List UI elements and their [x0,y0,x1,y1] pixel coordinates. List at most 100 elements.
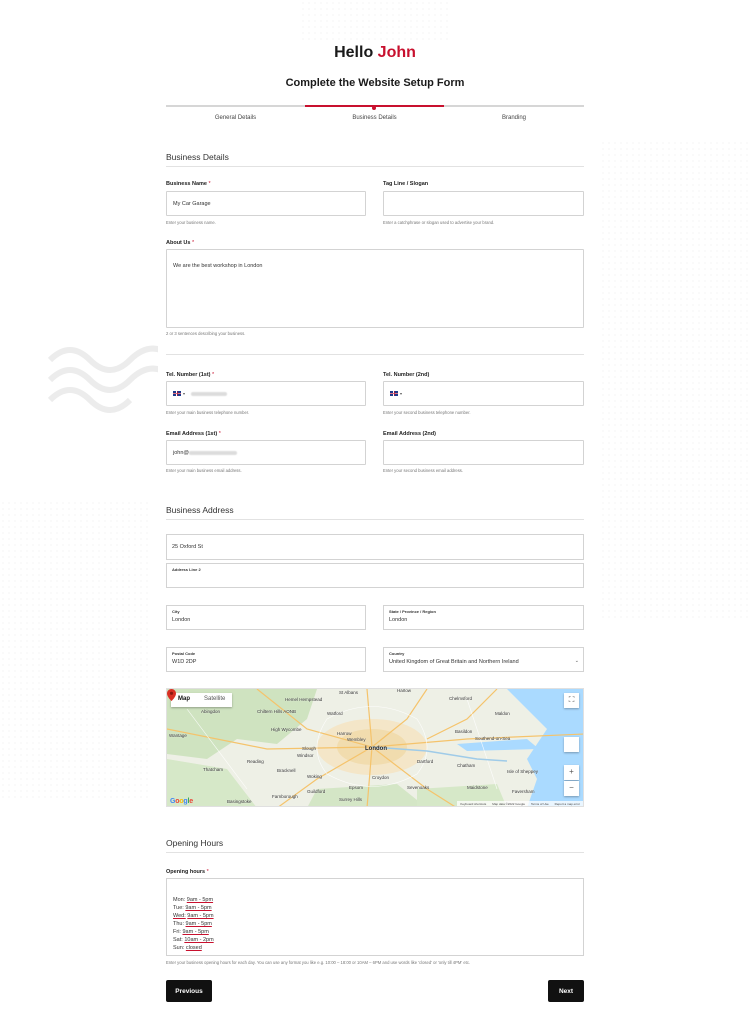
uk-flag-icon[interactable] [173,391,181,396]
hours-line: Sat: 10am - 2pm [173,936,577,944]
about-us-label: About Us * [166,240,194,246]
form-title: Complete the Website Setup Form [285,77,465,89]
opening-hours-textarea[interactable]: Mon: 9am - 5pm Tue: 9am - 5pm Wed: 9am -… [166,878,584,956]
hours-line: Sun: closed [173,944,577,952]
hours-line: Tue: 9am - 5pm [173,904,577,912]
report-error-link[interactable]: Report a map error [555,802,580,806]
tel2-label: Tel. Number (2nd) [383,372,430,378]
address-line1-input[interactable]: 25 Oxford St [166,534,584,560]
google-logo[interactable]: Google [170,798,193,805]
chevron-down-icon[interactable]: ▾ [183,391,185,396]
step-label: General Details [214,115,257,121]
tagline-input[interactable] [383,191,584,216]
chevron-down-icon: ⌄ [574,658,579,664]
textarea-value: We are the best workshop in London [173,263,263,269]
map-label: Southend-on-Sea [475,736,511,741]
background-dots [600,140,750,620]
field-label: City [172,609,180,614]
map-tab-satellite[interactable]: Satellite [197,693,232,707]
select-value: United Kingdom of Great Britain and Nort… [389,659,519,665]
state-input[interactable]: State / Province / Region London [383,605,584,630]
map-label: Hemel Hempstead [285,697,323,702]
hours-line: Wed: 9am - 5pm [173,912,577,920]
day-label: Wed: [173,913,186,919]
label-text: Opening hours [166,869,206,875]
step-business-details[interactable]: Business Details [305,105,444,127]
user-name: John [377,44,416,61]
step-bar [444,105,584,107]
postal-code-input[interactable]: Postal Code W1D 2DP [166,647,366,672]
day-label: Sat: [173,937,183,943]
map-label: Maldon [495,711,510,716]
required-marker: * [191,240,195,246]
field-label: Address Line 2 [172,567,201,572]
chevron-down-icon[interactable]: ▾ [400,391,402,396]
map-label: Watford [327,711,343,716]
map-label: Croydon [372,775,390,780]
map-label: Chelmsford [449,696,473,701]
section-title-business-details: Business Details [166,152,584,167]
next-button[interactable]: Next [548,980,584,1002]
previous-button[interactable]: Previous [166,980,212,1002]
map-label: Isle of Sheppey [507,769,539,774]
tel1-input[interactable]: ▾ [166,381,366,406]
pegman-icon[interactable] [564,737,579,752]
business-name-input[interactable]: My Car Garage [166,191,366,216]
redacted-email [188,450,237,455]
map-label: Wantage [169,733,187,738]
email1-label: Email Address (1st) * [166,431,221,437]
keyboard-shortcuts-link[interactable]: Keyboard shortcuts [460,802,486,806]
fullscreen-icon[interactable]: ⛶ [564,693,579,708]
map-label: Harlow [397,688,412,693]
city-input[interactable]: City London [166,605,366,630]
section-title-opening-hours: Opening Hours [166,838,584,853]
map-footer: Keyboard shortcuts Map data ©2022 Google… [457,801,583,806]
business-name-label: Business Name * [166,181,211,187]
step-general-details[interactable]: General Details [166,105,305,127]
required-marker: * [208,181,211,187]
map-label: Dartford [417,759,434,764]
uk-flag-icon[interactable] [390,391,398,396]
time-value: 9am - 5pm [185,905,212,911]
background-dots [0,500,150,800]
background-wave [47,345,170,413]
address-line2-input[interactable]: Address Line 2 [166,563,584,588]
tel2-hint: Enter your second business telephone num… [383,410,471,415]
hours-line: Thu: 9am - 5pm [173,920,577,928]
hours-line: Mon: 9am - 5pm [173,896,577,904]
business-name-hint: Enter your business name. [166,220,216,225]
map-label: Woking [307,774,322,779]
map-marker-icon[interactable] [167,689,176,701]
email2-input[interactable] [383,440,584,465]
section-title-business-address: Business Address [166,505,584,520]
map-label: Maidstone [467,785,488,790]
location-map[interactable]: Map Satellite ⛶ + − London St Albans Har… [166,688,584,807]
map-label: Harrow [337,731,352,736]
day-label: Mon: [173,897,186,903]
label-text: Business Name [166,181,207,187]
map-label: Slough [302,746,317,751]
map-label: Guildford [307,789,326,794]
input-value: john@ [173,449,189,456]
terms-link[interactable]: Terms of Use [531,802,549,806]
required-marker: * [206,869,209,875]
map-label: Sevenoaks [407,785,430,790]
email1-input[interactable]: john@ [166,440,366,465]
step-branding[interactable]: Branding [444,105,584,127]
map-label: Wembley [347,737,366,742]
map-label: Thatcham [203,767,224,772]
map-label: Farnborough [272,794,298,799]
label-text: Email Address (1st) [166,431,218,437]
country-select[interactable]: Country United Kingdom of Great Britain … [383,647,584,672]
map-data-credit: Map data ©2022 Google [492,801,525,806]
about-us-textarea[interactable]: We are the best workshop in London [166,249,584,328]
email2-label: Email Address (2nd) [383,431,436,437]
time-value: 9am - 5pm [185,921,212,927]
email1-hint: Enter your main business email address. [166,468,242,473]
input-value: London [172,617,191,623]
tel2-input[interactable]: ▾ [383,381,584,406]
zoom-out-button[interactable]: − [564,781,579,796]
zoom-in-button[interactable]: + [564,765,579,780]
time-value: 9am - 5pm [186,897,214,903]
input-value: 25 Oxford St [172,544,203,550]
